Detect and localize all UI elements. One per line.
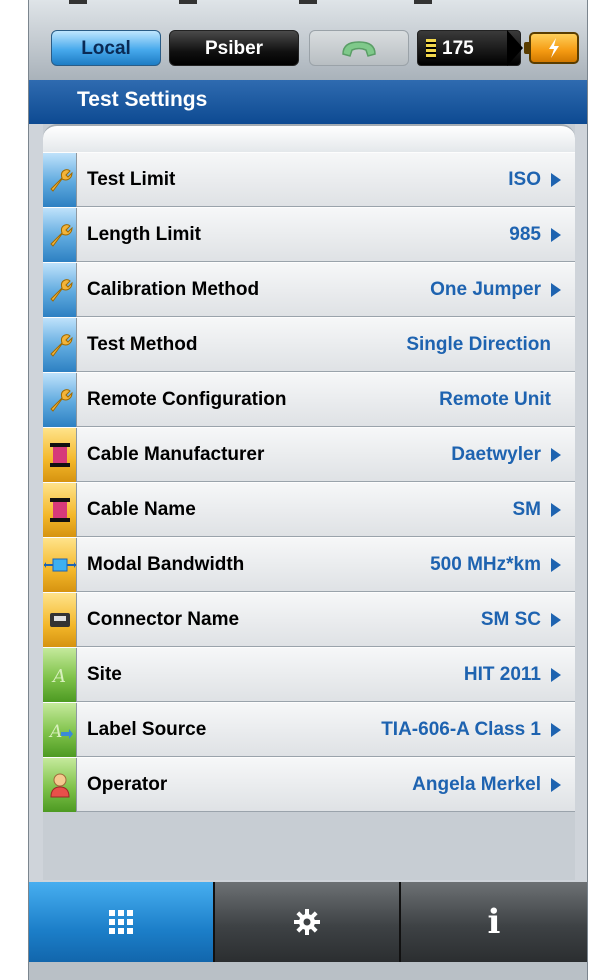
setting-label: Test Method bbox=[87, 334, 198, 355]
grid-icon bbox=[109, 910, 133, 934]
chevron-right-icon bbox=[551, 558, 561, 572]
frame-notch bbox=[299, 0, 317, 4]
setting-value: Angela Merkel bbox=[412, 774, 541, 795]
info-icon: i bbox=[487, 902, 501, 942]
frame-notch bbox=[69, 0, 87, 4]
setting-label: Connector Name bbox=[87, 609, 240, 630]
setting-value: Remote Unit bbox=[439, 389, 551, 410]
wrench-icon bbox=[43, 153, 77, 207]
setting-value: 985 bbox=[509, 224, 541, 245]
chevron-right-icon bbox=[551, 503, 561, 517]
setting-label: Cable Name bbox=[87, 499, 196, 520]
setting-label: Test Limit bbox=[87, 169, 176, 190]
wrench-icon bbox=[43, 318, 77, 372]
setting-row-site[interactable]: A Site HIT 2011 bbox=[43, 647, 575, 702]
svg-text:A: A bbox=[51, 666, 66, 687]
device-bottom-bezel bbox=[29, 962, 587, 980]
cable-spool-icon bbox=[43, 483, 77, 537]
connector-icon bbox=[43, 593, 77, 647]
memory-bars-icon bbox=[426, 39, 436, 59]
frame-notch bbox=[414, 0, 432, 4]
chevron-right-icon bbox=[551, 723, 561, 737]
psiber-mode-button[interactable]: Psiber bbox=[169, 30, 299, 66]
device-frame: Local Psiber 175 Test Settings Test Limi… bbox=[28, 0, 588, 980]
setting-value: ISO bbox=[508, 169, 541, 190]
setting-value: Single Direction bbox=[406, 334, 551, 355]
settings-list: Test Limit ISO Length Limit 985 Calibrat… bbox=[43, 124, 575, 880]
setting-label: Remote Configuration bbox=[87, 389, 287, 410]
setting-row-operator[interactable]: Operator Angela Merkel bbox=[43, 757, 575, 812]
page-title: Test Settings bbox=[77, 88, 208, 111]
setting-value: HIT 2011 bbox=[463, 664, 541, 685]
operator-person-icon bbox=[43, 758, 77, 812]
page-title-bar: Test Settings bbox=[29, 80, 587, 124]
phone-handset-icon bbox=[342, 41, 376, 57]
counter-arrow-icon bbox=[507, 30, 523, 66]
wrench-icon bbox=[43, 263, 77, 317]
bottom-nav-bar: i bbox=[29, 882, 587, 962]
setting-label: Label Source bbox=[87, 719, 207, 740]
setting-label: Modal Bandwidth bbox=[87, 554, 245, 575]
setting-label: Length Limit bbox=[87, 224, 201, 245]
chevron-right-icon bbox=[551, 613, 561, 627]
chevron-right-icon bbox=[551, 668, 561, 682]
setting-label: Operator bbox=[87, 774, 168, 795]
svg-text:A: A bbox=[48, 722, 62, 742]
setting-row-calibration-method[interactable]: Calibration Method One Jumper bbox=[43, 262, 575, 317]
setting-row-cable-name[interactable]: Cable Name SM bbox=[43, 482, 575, 537]
chevron-right-icon bbox=[551, 228, 561, 242]
frame-notch bbox=[179, 0, 197, 4]
settings-tab-button[interactable] bbox=[215, 882, 401, 962]
setting-label: Cable Manufacturer bbox=[87, 444, 265, 465]
site-letter-icon: A bbox=[43, 648, 77, 702]
chevron-right-icon bbox=[551, 173, 561, 187]
setting-row-remote-configuration[interactable]: Remote Configuration Remote Unit bbox=[43, 372, 575, 427]
wrench-icon bbox=[43, 208, 77, 262]
setting-row-modal-bandwidth[interactable]: Modal Bandwidth 500 MHz*km bbox=[43, 537, 575, 592]
setting-value: 500 MHz*km bbox=[430, 554, 541, 575]
setting-value: SM SC bbox=[480, 609, 541, 630]
lightning-icon bbox=[549, 38, 559, 58]
local-mode-label: Local bbox=[81, 38, 131, 59]
setting-value: Daetwyler bbox=[451, 444, 541, 465]
local-mode-button[interactable]: Local bbox=[51, 30, 161, 66]
info-tab-button[interactable]: i bbox=[401, 882, 587, 962]
status-bar: Local Psiber 175 bbox=[29, 0, 587, 81]
phone-button[interactable] bbox=[309, 30, 409, 66]
setting-row-cable-manufacturer[interactable]: Cable Manufacturer Daetwyler bbox=[43, 427, 575, 482]
setting-row-label-source[interactable]: A Label Source TIA-606-A Class 1 bbox=[43, 702, 575, 757]
apps-tab-button[interactable] bbox=[29, 882, 215, 962]
gear-icon bbox=[294, 909, 320, 935]
results-counter[interactable]: 175 bbox=[417, 30, 521, 66]
psiber-mode-label: Psiber bbox=[204, 38, 264, 59]
results-counter-value: 175 bbox=[442, 38, 474, 59]
chevron-right-icon bbox=[551, 778, 561, 792]
chevron-right-icon bbox=[551, 448, 561, 462]
cable-spool-icon bbox=[43, 428, 77, 482]
setting-row-test-limit[interactable]: Test Limit ISO bbox=[43, 152, 575, 207]
label-source-icon: A bbox=[43, 703, 77, 757]
battery-charging-icon bbox=[524, 32, 579, 64]
fiber-link-icon bbox=[43, 538, 77, 592]
chevron-right-icon bbox=[551, 283, 561, 297]
setting-row-test-method[interactable]: Test Method Single Direction bbox=[43, 317, 575, 372]
wrench-icon bbox=[43, 373, 77, 427]
setting-row-length-limit[interactable]: Length Limit 985 bbox=[43, 207, 575, 262]
setting-value: TIA-606-A Class 1 bbox=[381, 719, 541, 740]
setting-value: SM bbox=[512, 499, 542, 520]
setting-row-connector-name[interactable]: Connector Name SM SC bbox=[43, 592, 575, 647]
list-header-blank bbox=[43, 124, 575, 152]
setting-value: One Jumper bbox=[430, 279, 541, 300]
setting-label: Calibration Method bbox=[87, 279, 260, 300]
setting-label: Site bbox=[87, 664, 122, 685]
